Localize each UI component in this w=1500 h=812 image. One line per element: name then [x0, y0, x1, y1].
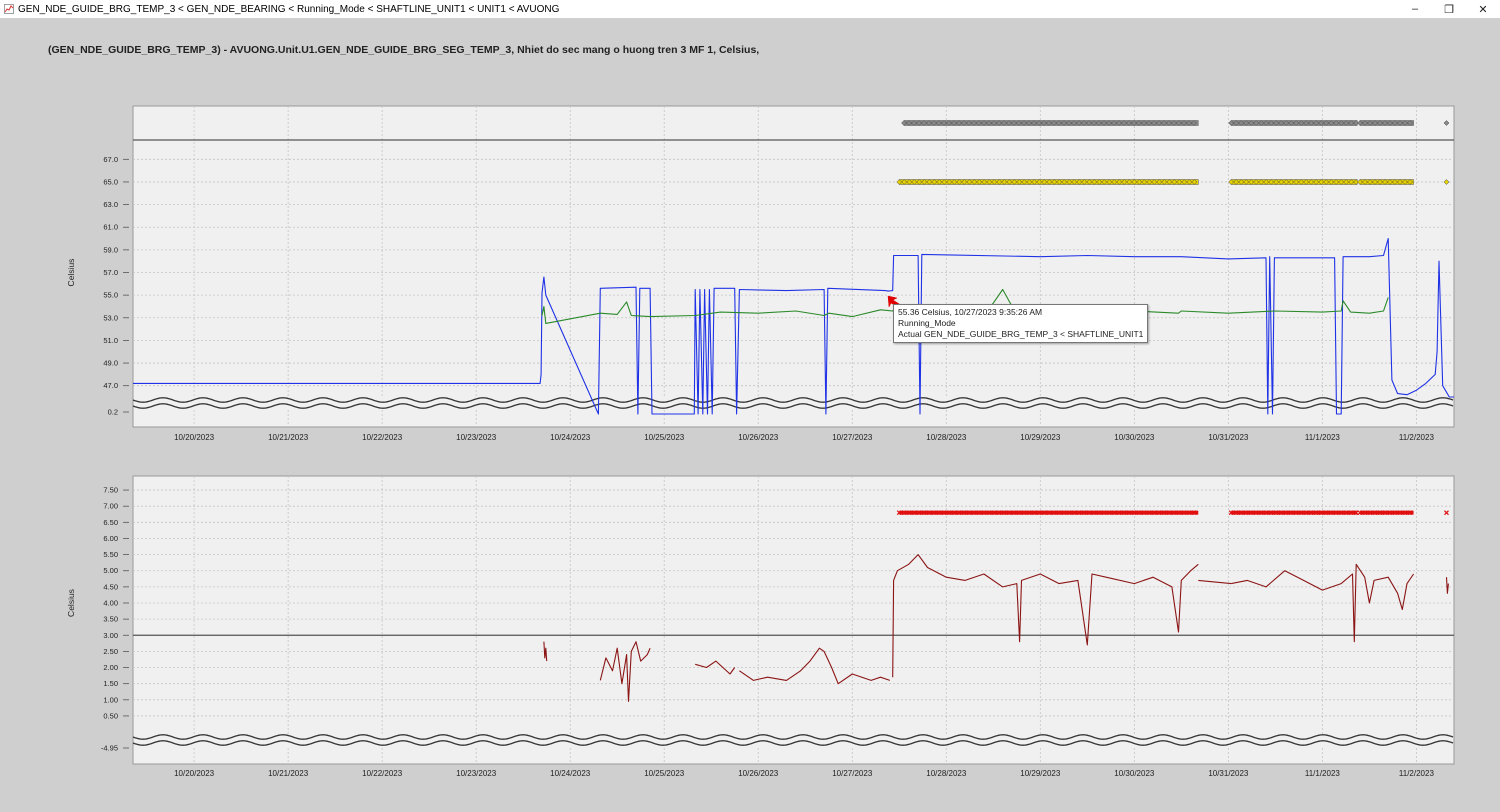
y-tick-label: 2.00 [103, 663, 118, 672]
x-tick-label: 11/2/2023 [1399, 769, 1435, 778]
y-tick-label: 7.00 [103, 502, 118, 511]
y-tick-label: 59.0 [103, 245, 118, 254]
y-tick-label: 4.50 [103, 582, 118, 591]
y-tick-label: 57.0 [103, 268, 118, 277]
y-tick-label: 49.0 [103, 359, 118, 368]
y-tick-label: 5.00 [103, 566, 118, 575]
x-tick-label: 10/26/2023 [738, 433, 779, 442]
x-tick-label: 11/1/2023 [1305, 433, 1341, 442]
y-axis-label: Celsius [66, 259, 76, 287]
y-break-label: 0.2 [108, 408, 118, 417]
y-tick-label: 53.0 [103, 313, 118, 322]
x-tick-label: 10/28/2023 [926, 433, 967, 442]
y-tick-label: 65.0 [103, 177, 118, 186]
tooltip-value: 55.36 Celsius, 10/27/2023 9:35:26 AM [898, 307, 1043, 317]
y-tick-label: 67.0 [103, 155, 118, 164]
x-tick-label: 10/28/2023 [926, 769, 967, 778]
x-tick-label: 10/27/2023 [832, 769, 873, 778]
x-tick-label: 10/27/2023 [832, 433, 873, 442]
y-tick-label: 6.00 [103, 534, 118, 543]
y-tick-label: 3.50 [103, 615, 118, 624]
x-tick-label: 10/29/2023 [1020, 433, 1061, 442]
x-tick-label: 10/22/2023 [362, 769, 403, 778]
y-tick-label: 47.0 [103, 381, 118, 390]
x-tick-label: 10/25/2023 [644, 433, 685, 442]
trend-charts[interactable]: 10/20/2023 10/21/2023 10/22/2023 10/23/2023… [0, 0, 1500, 812]
x-tick-label: 10/26/2023 [738, 769, 779, 778]
x-tick-label: 11/2/2023 [1399, 433, 1435, 442]
x-tick-label: 10/31/2023 [1208, 433, 1249, 442]
y-tick-label: 1.50 [103, 679, 118, 688]
chart-panel-1: 10/20/2023 10/21/2023 10/22/2023 10/23/2023… [66, 105, 1455, 442]
y-tick-label: 6.50 [103, 518, 118, 527]
x-tick-label: 10/22/2023 [362, 433, 403, 442]
x-tick-label: 10/30/2023 [1114, 433, 1155, 442]
y-tick-label: 51.0 [103, 336, 118, 345]
x-tick-label: 10/25/2023 [644, 769, 685, 778]
y-tick-label: 7.50 [103, 486, 118, 495]
x-tick-label: 10/23/2023 [456, 769, 497, 778]
x-tick-label: 10/21/2023 [268, 433, 309, 442]
y-tick-label: 1.00 [103, 695, 118, 704]
tooltip-series: Actual GEN_NDE_GUIDE_BRG_TEMP_3 < SHAFTL… [898, 329, 1144, 339]
x-tick-label: 10/20/2023 [174, 433, 215, 442]
y-tick-label: 4.00 [103, 599, 118, 608]
y-break-label: -4.95 [101, 744, 118, 753]
data-tooltip: 55.36 Celsius, 10/27/2023 9:35:26 AM Run… [893, 304, 1149, 343]
y-tick-label: 55.0 [103, 291, 118, 300]
x-tick-label: 10/30/2023 [1114, 769, 1155, 778]
y-tick-label: 2.50 [103, 647, 118, 656]
y-tick-label: 3.00 [103, 631, 118, 640]
y-tick-label: 0.50 [103, 711, 118, 720]
plot-area [132, 475, 1455, 765]
x-tick-label: 10/29/2023 [1020, 769, 1061, 778]
y-tick-label: 61.0 [103, 223, 118, 232]
x-tick-label: 11/1/2023 [1305, 769, 1341, 778]
x-tick-label: 10/21/2023 [268, 769, 309, 778]
chart-panel-2: 10/20/2023 10/21/2023 10/22/2023 10/23/2023… [66, 475, 1455, 778]
plot-area [132, 105, 1455, 428]
x-tick-label: 10/24/2023 [550, 769, 591, 778]
y-tick-label: 5.50 [103, 550, 118, 559]
x-tick-label: 10/31/2023 [1208, 769, 1249, 778]
y-axis-label: Celsius [66, 589, 76, 617]
x-tick-label: 10/23/2023 [456, 433, 497, 442]
y-tick-label: 63.0 [103, 200, 118, 209]
x-tick-label: 10/24/2023 [550, 433, 591, 442]
x-tick-label: 10/20/2023 [174, 769, 215, 778]
tooltip-mode: Running_Mode [898, 318, 956, 328]
